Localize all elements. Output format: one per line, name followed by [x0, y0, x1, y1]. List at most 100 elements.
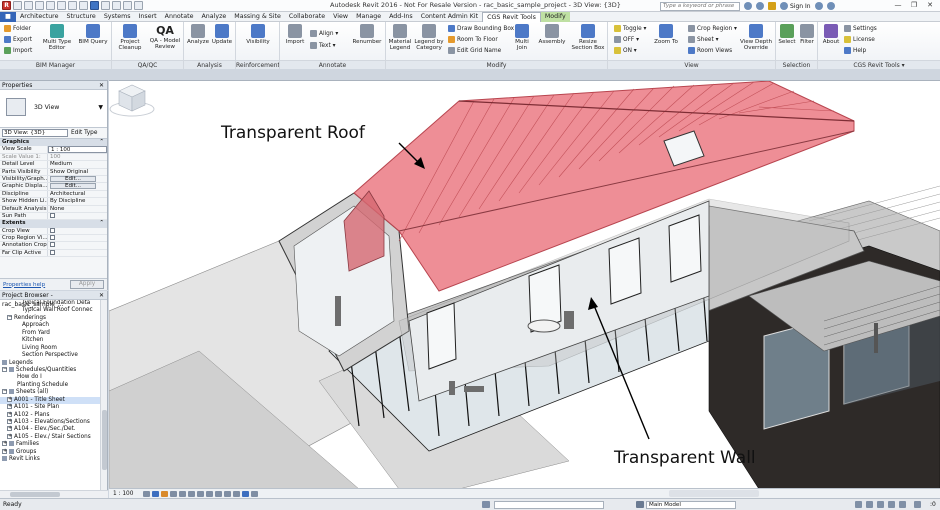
filter-status-icon[interactable]: [914, 501, 921, 508]
visibility-button[interactable]: Visibility: [240, 24, 276, 45]
export-button[interactable]: Export: [4, 36, 32, 43]
browser-node[interactable]: + A102 - Plans: [0, 411, 107, 419]
browser-horizontal-scrollbar[interactable]: [0, 490, 108, 498]
group-graphics[interactable]: Graphics ⌃: [0, 139, 107, 147]
tab-view[interactable]: View: [329, 12, 352, 22]
browser-node[interactable]: From Yard: [0, 330, 107, 337]
save-icon[interactable]: [24, 1, 33, 10]
zoom-to-button[interactable]: Zoom To: [650, 24, 682, 45]
panel-label-cgs-revit-tools[interactable]: CGS Revit Tools ▾: [818, 60, 940, 69]
browser-vertical-scrollbar[interactable]: [100, 300, 107, 490]
tab-structure[interactable]: Structure: [63, 12, 100, 22]
tab-annotate[interactable]: Annotate: [161, 12, 198, 22]
import-annotation-button[interactable]: Import: [282, 24, 308, 45]
close-icon[interactable]: ✕: [99, 81, 104, 90]
tab-analyze[interactable]: Analyze: [197, 12, 230, 22]
help-icon[interactable]: [826, 2, 835, 10]
design-options-icon[interactable]: [636, 501, 644, 508]
worksets-icon[interactable]: [482, 501, 490, 508]
tab-manage[interactable]: Manage: [352, 12, 385, 22]
search-input[interactable]: [660, 1, 740, 11]
expand-icon[interactable]: +: [7, 396, 12, 402]
redo-icon[interactable]: [46, 1, 55, 10]
browser-node[interactable]: − Sheets (all): [0, 389, 107, 396]
collapse-icon[interactable]: −: [2, 366, 7, 372]
browser-node[interactable]: + Families: [0, 441, 107, 448]
multi-join-button[interactable]: Multi Join: [508, 24, 536, 52]
about-button[interactable]: About: [820, 24, 842, 45]
browser-node[interactable]: Approach: [0, 322, 107, 329]
select-by-face-icon[interactable]: [888, 501, 895, 508]
annotation-crop-checkbox[interactable]: [50, 242, 55, 248]
project-cleanup-button[interactable]: Project Cleanup: [114, 24, 146, 52]
3d-view-icon[interactable]: [90, 1, 99, 10]
help-button[interactable]: Help: [844, 47, 866, 54]
sign-in-button[interactable]: Sign In: [780, 2, 811, 10]
analytical-model-icon[interactable]: [233, 490, 241, 497]
select-button[interactable]: Select: [777, 24, 797, 45]
browser-node[interactable]: Typical Foundation Deta: [0, 300, 107, 307]
close-icon[interactable]: ✕: [99, 291, 104, 300]
text-button[interactable]: Text ▾: [310, 42, 335, 49]
tab-massing-site[interactable]: Massing & Site: [230, 12, 285, 22]
sheet-button[interactable]: Sheet ▾: [688, 36, 719, 43]
undo-icon[interactable]: [35, 1, 44, 10]
crop-region-visible-checkbox[interactable]: [50, 235, 55, 241]
off-button[interactable]: OFF ▾: [614, 36, 639, 43]
legend-by-category-button[interactable]: Legend by Category: [414, 24, 444, 52]
temporary-hide-icon[interactable]: [215, 490, 223, 497]
select-pinned-icon[interactable]: [877, 501, 884, 508]
align-button[interactable]: Align ▾: [310, 30, 338, 37]
tab-architecture[interactable]: Architecture: [16, 12, 63, 22]
active-workset-field[interactable]: [494, 501, 604, 509]
renumber-button[interactable]: Renumber: [350, 24, 384, 45]
multi-type-editor-button[interactable]: Multi Type Editor: [40, 24, 74, 52]
design-option-field[interactable]: Main Model: [646, 501, 736, 509]
highlight-displacement-icon[interactable]: [242, 490, 250, 497]
crop-view-checkbox[interactable]: [50, 227, 55, 233]
instance-selector[interactable]: 3D View: {3D}: [2, 129, 68, 137]
browser-node[interactable]: Living Room: [0, 345, 107, 352]
settings-button[interactable]: Settings: [844, 25, 877, 32]
browser-node[interactable]: How do I: [0, 374, 107, 381]
subscription-icon[interactable]: [756, 2, 764, 10]
room-views-button[interactable]: Room Views: [688, 47, 732, 54]
detail-level-icon[interactable]: [143, 490, 151, 497]
tab-content-admin-kit[interactable]: Content Admin Kit: [417, 12, 482, 22]
show-crop-icon[interactable]: [197, 490, 205, 497]
room-to-floor-button[interactable]: Room To Floor: [448, 36, 498, 43]
tab-modify[interactable]: Modify: [540, 11, 570, 22]
view-horizontal-scrollbar[interactable]: [669, 490, 759, 497]
qa-model-review-button[interactable]: QA QA - Model Review: [148, 24, 182, 51]
draw-bounding-box-button[interactable]: Draw Bounding Box: [448, 25, 514, 32]
shadows-icon[interactable]: [170, 490, 178, 497]
render-icon[interactable]: [179, 490, 187, 497]
exchange-icon[interactable]: [814, 2, 823, 10]
sun-path-icon[interactable]: [161, 490, 169, 497]
browser-node[interactable]: − Renderings: [0, 314, 107, 322]
view-scale-field[interactable]: 1 : 100: [48, 146, 107, 153]
close-hidden-icon[interactable]: [123, 1, 132, 10]
visibility-graphics-edit-button[interactable]: Edit...: [50, 175, 96, 182]
switch-windows-icon[interactable]: [134, 1, 143, 10]
edit-grid-name-button[interactable]: Edit Grid Name: [448, 47, 501, 54]
select-underlay-icon[interactable]: [866, 501, 873, 508]
import-button[interactable]: Import: [4, 47, 32, 54]
browser-node[interactable]: − Schedules/Quantities: [0, 366, 107, 374]
group-extents[interactable]: Extents ⌃: [0, 220, 107, 228]
analyze-button[interactable]: Analyze: [186, 24, 210, 45]
minimize-button[interactable]: —: [890, 0, 906, 11]
scroll-thumb[interactable]: [102, 410, 107, 470]
filter-button[interactable]: Filter: [797, 24, 817, 45]
update-button[interactable]: Update: [210, 24, 234, 45]
expand-icon[interactable]: +: [2, 441, 7, 447]
drag-elements-icon[interactable]: [899, 501, 906, 508]
toggle-button[interactable]: Toggle ▾: [614, 25, 646, 32]
browser-node[interactable]: + A101 - Site Plan: [0, 404, 107, 411]
material-legend-button[interactable]: Material Legend: [386, 24, 414, 52]
scroll-thumb[interactable]: [10, 492, 60, 497]
expand-icon[interactable]: +: [2, 448, 7, 454]
close-button[interactable]: ✕: [922, 0, 938, 11]
crop-region-button[interactable]: Crop Region ▾: [688, 25, 737, 32]
properties-help-link[interactable]: Properties help: [3, 282, 45, 288]
